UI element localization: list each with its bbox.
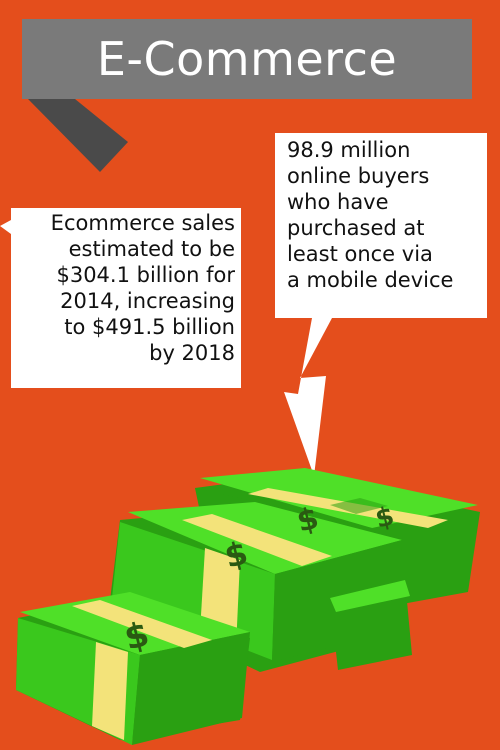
title-banner: E-Commerce <box>22 19 472 99</box>
ecommerce-sales-callout: Ecommerce sales estimated to be $304.1 b… <box>11 208 241 388</box>
callout-line: 2014, increasing <box>60 289 235 313</box>
callout-line: online buyers <box>287 164 430 188</box>
callout-line: $304.1 billion for <box>56 263 235 287</box>
callout-line: a mobile device <box>287 268 454 292</box>
callout-line: Ecommerce sales <box>50 211 235 235</box>
callout-line: estimated to be <box>68 237 235 261</box>
callout-line: least once via <box>287 242 433 266</box>
bubble-right-tail <box>284 318 332 476</box>
callout-line: 98.9 million <box>287 138 411 162</box>
bubble-left-tail <box>0 220 11 234</box>
callout-line: purchased at <box>287 216 425 240</box>
callout-line: to $491.5 billion <box>64 315 235 339</box>
banner-fold-shape <box>28 99 128 172</box>
callout-line: by 2018 <box>149 341 235 365</box>
money-stacks-icon <box>16 468 480 745</box>
callout-line: who have <box>287 190 389 214</box>
page-title: E-Commerce <box>96 32 398 86</box>
mobile-buyers-callout: 98.9 million online buyers who have purc… <box>275 133 487 318</box>
